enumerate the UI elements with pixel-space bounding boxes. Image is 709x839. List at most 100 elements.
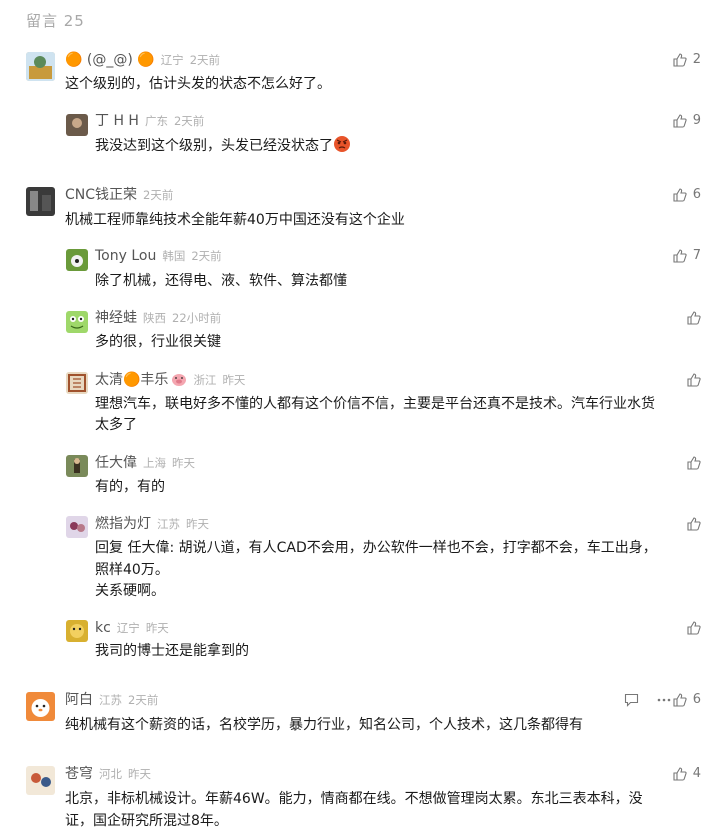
region: 浙江	[193, 373, 217, 387]
like-button[interactable]	[687, 370, 701, 390]
avatar[interactable]	[66, 620, 88, 642]
comment-text-line: 证，国企研究所混过8年。	[65, 813, 228, 829]
comment-meta: 燃指为灯 江苏 昨天	[95, 514, 209, 534]
like-count: 9	[692, 113, 701, 128]
thumbs-up-icon	[687, 517, 701, 531]
pig-emoji-icon	[172, 374, 187, 386]
thumbs-up-icon	[673, 114, 687, 128]
comment-meta: 神经蛙 陕西 22小时前	[95, 308, 221, 328]
author-name[interactable]: kc	[95, 620, 111, 636]
avatar[interactable]	[66, 455, 88, 477]
comment-meta: 太清🟠丰乐 浙江 昨天	[95, 370, 245, 390]
like-count: 2	[692, 52, 701, 67]
comment-text: 这个级别的，估计头发的状态不怎么好了。	[65, 76, 331, 92]
avatar[interactable]	[66, 249, 88, 271]
region: 上海	[143, 456, 166, 470]
comment-meta: CNC钱正荣 2天前	[65, 185, 173, 205]
avatar[interactable]	[66, 114, 88, 136]
comment-meta: 任大偉 上海 昨天	[95, 453, 195, 473]
author-name[interactable]: 神经蛙	[95, 310, 137, 326]
comment-text: 有的，有的	[95, 479, 165, 495]
timestamp: 2天前	[173, 114, 205, 128]
like-button[interactable]	[687, 514, 701, 534]
comment-text: 我司的博士还是能拿到的	[95, 643, 249, 659]
thumbs-up-icon	[687, 621, 701, 635]
reply-icon[interactable]	[624, 693, 639, 707]
more-icon[interactable]	[657, 698, 671, 702]
like-count: 7	[692, 248, 701, 263]
comment-ops	[624, 690, 671, 710]
timestamp: 2天前	[143, 188, 174, 202]
comment-count: 留言 25	[26, 12, 85, 30]
like-button[interactable]	[687, 453, 701, 473]
thumbs-up-icon	[673, 188, 687, 202]
comment-meta: 苍穹 河北 昨天	[65, 764, 151, 784]
comment-text: 多的很，行业很关键	[95, 334, 221, 350]
comment-meta: 丁 H H 广东 2天前	[95, 111, 204, 131]
like-count: 4	[692, 766, 701, 781]
timestamp: 昨天	[172, 456, 195, 470]
timestamp: 昨天	[145, 621, 169, 635]
avatar[interactable]	[26, 766, 55, 795]
like-button[interactable]	[687, 618, 701, 638]
region: 韩国	[162, 249, 186, 263]
author-name[interactable]: 任大偉	[95, 455, 137, 471]
thumbs-up-icon	[673, 767, 687, 781]
thumbs-up-icon	[673, 693, 687, 707]
author-name[interactable]: 丁 H H	[95, 113, 139, 129]
comment-text-line: 北京，非标机械设计。年薪46W。能力，情商都在线。不想做管理岗太累。东北三表本科…	[65, 791, 643, 807]
author-name[interactable]: 🟠 (@_@) 🟠	[65, 52, 155, 68]
thumbs-up-icon	[687, 456, 701, 470]
avatar[interactable]	[26, 692, 55, 721]
region: 广东	[144, 114, 168, 128]
avatar[interactable]	[26, 52, 55, 81]
author-name[interactable]: Tony Lou	[95, 248, 156, 264]
avatar[interactable]	[66, 516, 88, 538]
timestamp: 2天前	[128, 693, 159, 707]
author-name[interactable]: 太清🟠丰乐	[95, 372, 168, 388]
comment-meta: kc 辽宁 昨天	[95, 618, 169, 638]
timestamp: 昨天	[222, 373, 246, 387]
comment-text: 机械工程师靠纯技术全能年薪40万中国还没有这个企业	[65, 212, 405, 228]
region: 辽宁	[116, 621, 140, 635]
comment-meta: 🟠 (@_@) 🟠 辽宁 2天前	[65, 50, 220, 70]
comment-text-line: 理想汽车，联电好多不懂的人都有这个价信不信，主要是平台还真不是技术。汽车行业水货	[95, 396, 655, 412]
region: 河北	[99, 767, 122, 781]
avatar[interactable]	[66, 372, 88, 394]
comment-text-line: 太多了	[95, 417, 137, 433]
thumbs-up-icon	[687, 311, 701, 325]
author-name[interactable]: 燃指为灯	[95, 516, 151, 532]
timestamp: 昨天	[186, 517, 209, 531]
region: 辽宁	[160, 53, 184, 67]
timestamp: 22小时前	[172, 311, 222, 325]
like-button[interactable]: 7	[673, 246, 701, 266]
author-name[interactable]: 阿白	[65, 692, 93, 708]
thumbs-up-icon	[687, 373, 701, 387]
avatar[interactable]	[66, 311, 88, 333]
region: 陕西	[143, 311, 166, 325]
timestamp: 昨天	[128, 767, 151, 781]
like-button[interactable]: 2	[673, 50, 701, 70]
like-button[interactable]	[687, 308, 701, 328]
thumbs-up-icon	[673, 249, 687, 263]
region: 江苏	[99, 693, 122, 707]
like-button[interactable]: 4	[673, 764, 701, 784]
comment-text-line: 回复 任大偉: 胡说八道，有人CAD不会用，办公软件一样也不会，打字都不会，车工…	[95, 540, 657, 556]
angry-emoji-icon	[334, 136, 350, 152]
author-name[interactable]: CNC钱正荣	[65, 187, 137, 203]
comment-text: 除了机械，还得电、液、软件、算法都懂	[95, 273, 347, 289]
like-button[interactable]: 9	[673, 111, 701, 131]
avatar[interactable]	[26, 187, 55, 216]
like-count: 6	[692, 187, 701, 202]
like-count: 6	[692, 692, 701, 707]
like-button[interactable]: 6	[673, 185, 701, 205]
comment-meta: Tony Lou 韩国 2天前	[95, 246, 222, 266]
comment-text: 纯机械有这个薪资的话，名校学历，暴力行业，知名公司，个人技术，这几条都得有	[65, 717, 583, 733]
region: 江苏	[157, 517, 180, 531]
thumbs-up-icon	[673, 53, 687, 67]
like-button[interactable]: 6	[673, 690, 701, 710]
timestamp: 2天前	[189, 53, 221, 67]
comment-meta: 阿白 江苏 2天前	[65, 690, 158, 710]
author-name[interactable]: 苍穹	[65, 766, 93, 782]
timestamp: 2天前	[191, 249, 222, 263]
